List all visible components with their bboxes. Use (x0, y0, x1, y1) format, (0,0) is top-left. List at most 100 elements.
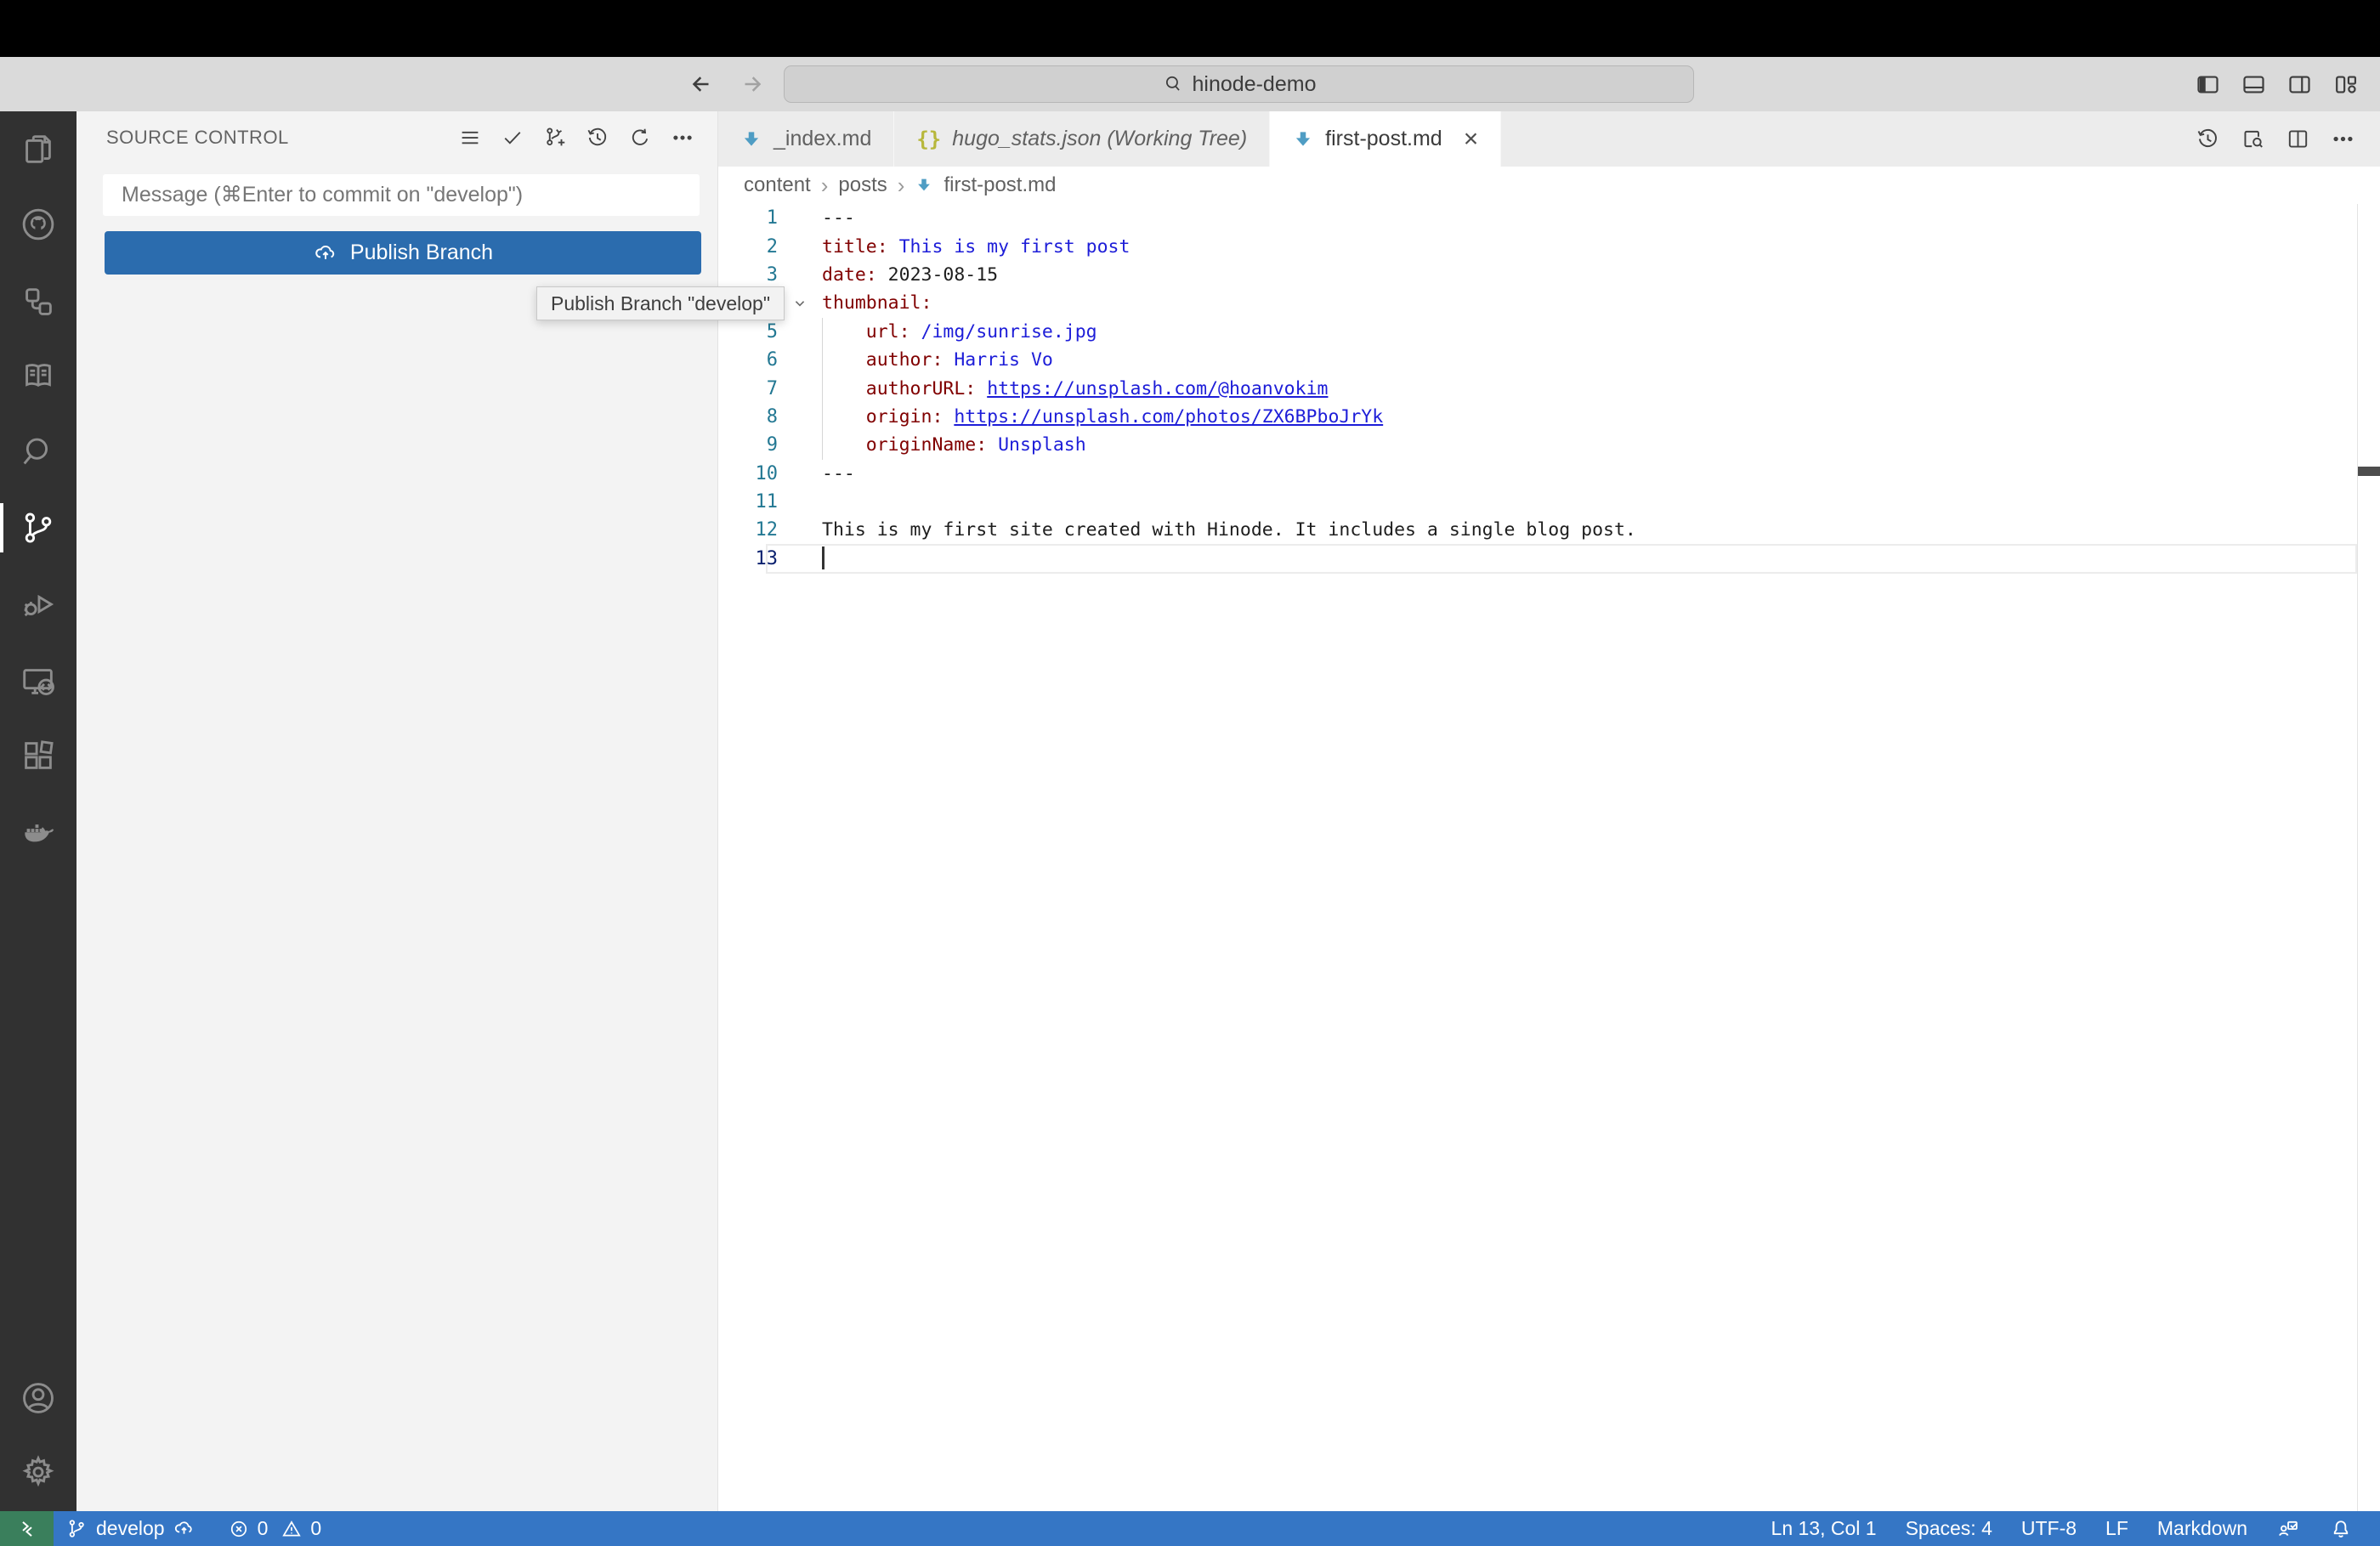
code-line[interactable]: 4thumbnail: (718, 289, 2380, 317)
code-text: author: Harris Vo (822, 349, 1053, 371)
code-text: url: /img/sunrise.jpg (822, 321, 1097, 343)
line-number: 13 (755, 547, 779, 569)
run-debug-icon[interactable] (0, 575, 76, 634)
code-line[interactable]: 10 --- (718, 460, 2380, 488)
docker-icon[interactable] (0, 801, 76, 861)
tab-index-md[interactable]: _index.md (718, 111, 895, 167)
account-icon[interactable] (0, 1368, 76, 1428)
git-branch-icon (69, 1520, 84, 1538)
breadcrumb-item[interactable]: content (744, 173, 811, 197)
code-segment-key: title: (822, 235, 888, 258)
markdown-file-icon (1296, 131, 1311, 146)
breadcrumb: content › posts › first-post.md (718, 167, 2380, 204)
eol-status[interactable]: LF (2099, 1511, 2135, 1546)
problems-status-item[interactable]: 0 0 (218, 1511, 332, 1546)
code-line[interactable]: 5 url: /img/sunrise.jpg (718, 318, 2380, 346)
activity-bar (0, 111, 76, 1511)
code-line[interactable]: 3 date: 2023-08-15 (718, 261, 2380, 289)
code-line[interactable]: 12 This is my first site created with Hin… (718, 516, 2380, 544)
command-center[interactable]: hinode-demo (784, 65, 1694, 103)
code-segment-link: https://unsplash.com/@hoanvokim (987, 377, 1329, 399)
customize-layout-icon[interactable] (2332, 71, 2360, 99)
open-preview-icon[interactable] (2240, 126, 2266, 152)
search-icon[interactable] (0, 422, 76, 482)
source-control-icon[interactable] (0, 498, 76, 558)
extensions-icon[interactable] (0, 726, 76, 785)
feedback-icon (2279, 1521, 2298, 1536)
more-actions-icon[interactable] (670, 125, 695, 150)
chevron-right-icon: › (820, 172, 829, 198)
line-number: 11 (755, 491, 779, 513)
split-editor-icon[interactable] (2285, 126, 2311, 152)
toggle-primary-sidebar-icon[interactable] (2194, 71, 2222, 99)
breadcrumb-item[interactable]: posts (838, 173, 887, 197)
remote-indicator[interactable] (0, 1511, 54, 1546)
remote-explorer-icon[interactable] (0, 652, 76, 711)
timeline-history-icon[interactable] (2195, 126, 2221, 152)
code-line[interactable]: 6 author: Harris Vo (718, 346, 2380, 374)
code-line[interactable]: 8 origin: https://unsplash.com/photos/ZX… (718, 403, 2380, 431)
line-number: 2 (766, 235, 778, 258)
commit-message-input[interactable] (103, 174, 700, 216)
forward-icon[interactable] (738, 70, 767, 99)
code-segment-key: origin: (865, 405, 944, 428)
code-editor[interactable]: 1 --- 2 title: This is my first post 3 date: … (718, 204, 2380, 1511)
commit-check-icon[interactable] (500, 125, 525, 150)
notifications-status[interactable] (2322, 1511, 2360, 1546)
back-icon[interactable] (687, 70, 716, 99)
macos-menubar (0, 0, 2380, 57)
line-number: 1 (766, 207, 778, 229)
tab-first-post-md[interactable]: first-post.md × (1270, 111, 1502, 167)
language-mode-status[interactable]: Markdown (2150, 1511, 2254, 1546)
line-col-status[interactable]: Ln 13, Col 1 (1765, 1511, 1884, 1546)
code-line[interactable]: 7 authorURL: https://unsplash.com/@hoanv… (718, 374, 2380, 402)
code-segment-key: date: (822, 263, 877, 286)
line-number: 9 (766, 434, 778, 456)
history-icon[interactable] (585, 125, 610, 150)
code-text: date: 2023-08-15 (822, 264, 998, 286)
toggle-panel-icon[interactable] (2240, 71, 2268, 99)
publish-branch-label: Publish Branch (349, 241, 494, 264)
settings-gear-icon[interactable] (0, 1442, 76, 1502)
code-line[interactable]: 2 title: This is my first post (718, 232, 2380, 260)
tab-hugo-stats-json[interactable]: {} hugo_stats.json (Working Tree) (894, 111, 1271, 167)
text-cursor (822, 546, 824, 569)
publish-branch-button[interactable]: Publish Branch (105, 231, 701, 275)
create-branch-icon[interactable] (542, 125, 568, 150)
code-segment-ws (822, 434, 866, 456)
refresh-icon[interactable] (627, 125, 653, 150)
code-line[interactable]: 13 (718, 545, 2380, 573)
fold-chevron-icon[interactable] (790, 294, 809, 313)
code-segment-plain: --- (822, 462, 855, 484)
code-segment-plain: 2023-08-15 (876, 263, 999, 286)
code-segment-plain: This is my first site created with Hinod… (822, 519, 1636, 541)
code-line[interactable]: 9 originName: Unsplash (718, 431, 2380, 459)
branch-status-item[interactable]: develop (55, 1511, 206, 1546)
line-number: 8 (766, 405, 778, 428)
code-lines: 1 --- 2 title: This is my first post 3 date: … (718, 204, 2380, 573)
more-actions-icon[interactable] (2330, 126, 2356, 152)
warning-icon (282, 1520, 302, 1536)
close-tab-icon[interactable]: × (1464, 126, 1479, 152)
markdown-file-icon (744, 131, 759, 146)
github-icon[interactable] (0, 195, 76, 254)
encoding-status[interactable]: UTF-8 (2014, 1511, 2083, 1546)
breadcrumb-item[interactable]: first-post.md (944, 173, 1056, 197)
hierarchy-icon[interactable] (0, 272, 76, 331)
explorer-icon[interactable] (0, 119, 76, 178)
tab-label: hugo_stats.json (Working Tree) (952, 127, 1248, 150)
code-text: authorURL: https://unsplash.com/@hoanvok… (822, 377, 1329, 399)
feedback-status[interactable] (2270, 1511, 2307, 1546)
code-segment-link: https://unsplash.com/photos/ZX6BPboJrYk (954, 405, 1384, 428)
markdown-file-icon (918, 178, 931, 191)
source-control-panel: SOURCE CONTROL Publish Branch (76, 111, 718, 1511)
code-line[interactable]: 1 --- (718, 204, 2380, 232)
view-as-list-icon[interactable] (457, 125, 483, 150)
status-bar: develop 0 0 Ln 13, Col 1 Spaces: 4 UTF-8… (0, 1511, 2380, 1546)
code-line[interactable]: 11 (718, 488, 2380, 516)
indentation-status[interactable]: Spaces: 4 (1899, 1511, 1999, 1546)
error-count: 0 (257, 1517, 269, 1539)
toggle-secondary-sidebar-icon[interactable] (2286, 71, 2314, 99)
code-text: title: This is my first post (822, 236, 1130, 258)
book-icon[interactable] (0, 347, 76, 406)
